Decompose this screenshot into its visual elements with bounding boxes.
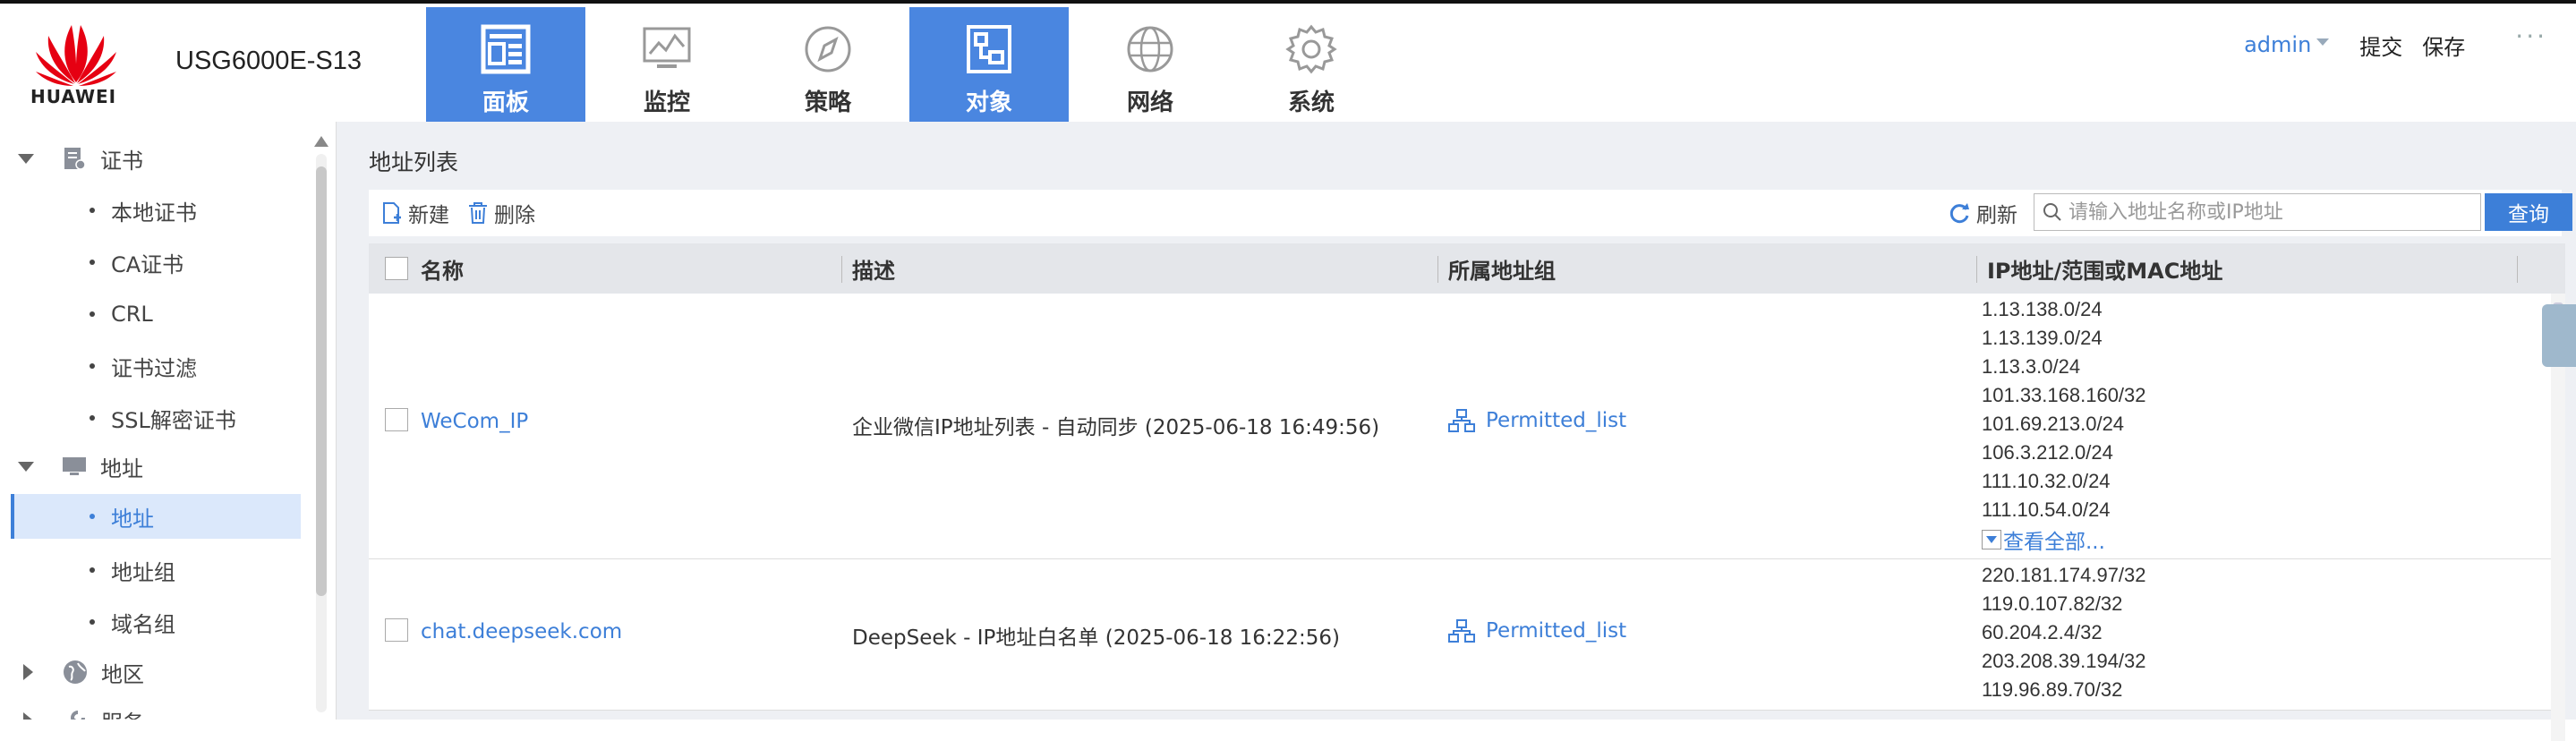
save-link[interactable]: 保存	[2422, 30, 2465, 61]
header-actions: admin 提交 保存 ···	[2244, 21, 2576, 63]
gear-icon	[1285, 24, 1337, 74]
col-ip[interactable]: IP地址/范围或MAC地址	[1987, 243, 2222, 294]
group-link[interactable]: Permitted_list	[1486, 619, 1626, 643]
expand-arrow-icon[interactable]	[18, 461, 34, 472]
nav-dashboard[interactable]: 面板	[426, 7, 585, 125]
nav-system[interactable]: 系统	[1232, 7, 1391, 125]
sidebar-scrollbar[interactable]	[313, 131, 329, 712]
nav-network[interactable]: 网络	[1070, 7, 1230, 125]
address-desc: DeepSeek - IP地址白名单 (2025-06-18 16:22:56)	[852, 626, 1340, 650]
col-name[interactable]: 名称	[421, 243, 464, 294]
refresh-button[interactable]: 刷新	[1948, 199, 2017, 227]
collapse-arrow-icon[interactable]	[23, 712, 33, 720]
select-all-checkbox[interactable]	[385, 257, 408, 280]
user-caret-icon[interactable]	[2316, 38, 2330, 46]
scroll-up-icon[interactable]	[314, 136, 328, 147]
sidebar-item-ca-cert[interactable]: CA证书	[0, 240, 301, 285]
row-checkbox[interactable]	[385, 618, 408, 642]
sidebar-item-address[interactable]: 地址	[11, 494, 301, 539]
nav-monitor[interactable]: 监控	[587, 7, 746, 125]
brand-text: HUAWEI	[30, 86, 117, 107]
col-group[interactable]: 所属地址组	[1448, 243, 1556, 294]
new-button[interactable]: 新建	[381, 199, 449, 227]
nav-object[interactable]: 对象	[909, 7, 1069, 125]
table-row[interactable]: WeCom_IP 企业微信IP地址列表 - 自动同步 (2025-06-18 1…	[369, 294, 2565, 559]
table-row[interactable]: chat.deepseek.com DeepSeek - IP地址白名单 (20…	[369, 559, 2565, 711]
globe-icon	[1127, 26, 1173, 72]
collapse-arrow-icon[interactable]	[23, 664, 33, 680]
certificate-icon	[64, 148, 86, 170]
compass-icon	[805, 26, 851, 72]
network-group-icon	[1448, 409, 1475, 432]
address-table: 名称 描述 所属地址组 IP地址/范围或MAC地址 WeCom_IP 企业微信I…	[369, 243, 2565, 741]
address-desc: 企业微信IP地址列表 - 自动同步 (2025-06-18 16:49:56)	[852, 416, 1380, 439]
search-button[interactable]: 查询	[2485, 193, 2572, 231]
col-desc[interactable]: 描述	[852, 243, 895, 294]
expand-arrow-icon[interactable]	[18, 153, 34, 164]
group-cell: Permitted_list	[1448, 618, 1626, 643]
sidebar: 证书 本地证书 CA证书 CRL 证书过滤 SSL解密证书 地址 地址 地址组 …	[0, 122, 337, 720]
monitor-icon	[643, 27, 691, 68]
expand-down-icon	[1982, 530, 2001, 549]
address-name-link[interactable]: chat.deepseek.com	[421, 620, 622, 643]
sidebar-item-local-cert[interactable]: 本地证书	[0, 188, 301, 233]
row-checkbox[interactable]	[385, 408, 408, 431]
page-title: 地址列表	[369, 149, 459, 175]
more-icon[interactable]: ···	[2515, 21, 2547, 51]
toolbar: 新建 删除 刷新 查询	[369, 190, 2572, 236]
device-name: USG6000E-S13	[175, 47, 362, 75]
table-header: 名称 描述 所属地址组 IP地址/范围或MAC地址	[369, 243, 2565, 294]
main-nav: 面板 监控 策略 对象 网络 系统	[426, 7, 1393, 125]
side-panel-tab[interactable]	[2542, 304, 2576, 367]
dashboard-icon	[481, 24, 531, 74]
view-all-link[interactable]: 查看全部...	[1982, 524, 2146, 555]
user-menu[interactable]: admin	[2244, 32, 2311, 57]
top-header: HUAWEI USG6000E-S13 面板 监控 策略 对象 网络 系统 ad…	[0, 0, 2576, 125]
tree-node-service[interactable]: 服务	[0, 698, 301, 720]
ip-list: 1.13.138.0/24 1.13.139.0/24 1.13.3.0/24 …	[1982, 298, 2146, 555]
tree-node-cert[interactable]: 证书	[0, 136, 301, 181]
tree-node-address[interactable]: 地址	[0, 444, 301, 489]
sidebar-item-domain-group[interactable]: 域名组	[0, 600, 301, 644]
tree-node-region[interactable]: 地区	[0, 650, 301, 694]
refresh-icon	[1949, 203, 1969, 224]
main-content: 地址列表 新建 删除 刷新 请输入地址名称或IP地址 查询 名称 描述 所属地址…	[337, 122, 2576, 741]
trash-icon	[469, 202, 487, 224]
scrollbar-thumb[interactable]	[316, 166, 327, 596]
search-input[interactable]	[2067, 200, 2464, 225]
commit-link[interactable]: 提交	[2359, 30, 2402, 61]
new-file-icon	[383, 202, 401, 224]
search-icon	[2043, 203, 2061, 221]
search-box	[2034, 193, 2481, 231]
sidebar-item-cert-filter[interactable]: 证书过滤	[0, 344, 301, 388]
sidebar-item-ssl-cert[interactable]: SSL解密证书	[0, 396, 301, 440]
sidebar-item-address-group[interactable]: 地址组	[0, 548, 301, 592]
sidebar-item-crl[interactable]: CRL	[0, 292, 301, 336]
group-link[interactable]: Permitted_list	[1486, 409, 1626, 432]
wrench-icon	[71, 711, 85, 720]
delete-button[interactable]: 删除	[467, 199, 535, 227]
globe-icon	[64, 660, 87, 684]
group-cell: Permitted_list	[1448, 408, 1626, 433]
address-name-link[interactable]: WeCom_IP	[421, 410, 528, 433]
network-group-icon	[1448, 619, 1475, 643]
object-icon	[967, 25, 1011, 73]
nav-policy[interactable]: 策略	[748, 7, 908, 125]
monitor-screen-icon	[63, 457, 86, 475]
ip-list: 220.181.174.97/32 119.0.107.82/32 60.204…	[1982, 564, 2146, 701]
